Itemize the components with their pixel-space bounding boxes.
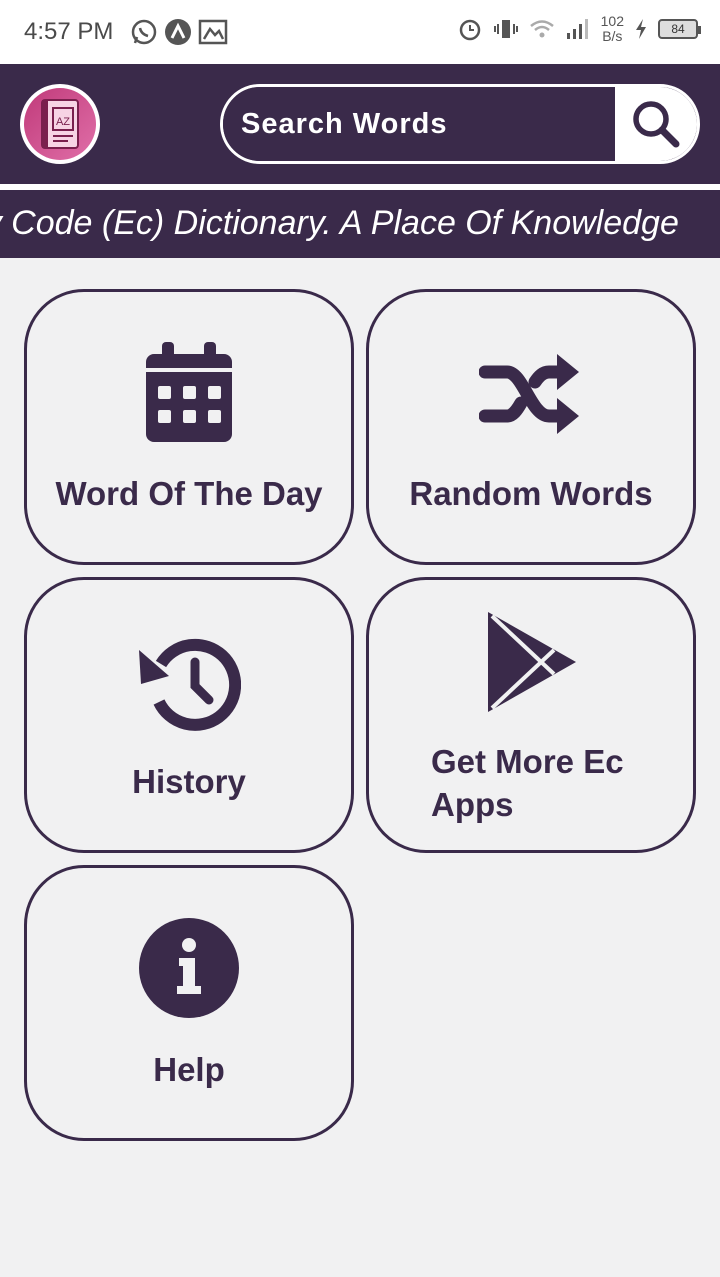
random-words-tile[interactable]: Random Words — [366, 289, 696, 565]
app-logo[interactable]: AZ — [20, 84, 100, 164]
marquee-text: Everyday Code (Ec) Dictionary. A Place O… — [0, 204, 679, 242]
history-tile[interactable]: History — [24, 577, 354, 853]
battery-indicator: 84 — [658, 19, 701, 39]
vibrate-icon — [493, 20, 518, 38]
dictionary-book-icon: AZ — [24, 88, 96, 160]
marquee-banner: Everyday Code (Ec) Dictionary. A Place O… — [0, 190, 720, 258]
help-label: Help — [153, 1051, 225, 1088]
wifi-icon — [529, 20, 554, 38]
help-tile[interactable]: Help — [24, 865, 354, 1141]
app-a-icon — [165, 19, 191, 45]
app-header: AZ — [0, 64, 720, 184]
gallery-icon — [198, 19, 228, 45]
search-icon — [633, 101, 680, 148]
net-speed: 102 B/s — [601, 14, 624, 44]
whatsapp-icon — [131, 19, 157, 45]
calendar-icon — [146, 342, 232, 442]
logo-text: AZ — [56, 116, 70, 128]
search-input[interactable] — [223, 87, 618, 161]
random-words-label: Random Words — [409, 475, 653, 512]
notification-icons — [130, 17, 228, 47]
signal-icon — [566, 19, 588, 39]
shuffle-icon — [479, 354, 579, 434]
search-button[interactable] — [615, 87, 697, 161]
history-icon — [139, 638, 241, 731]
get-more-apps-label: Get More Ec Apps — [431, 743, 624, 823]
history-label: History — [132, 763, 246, 800]
status-bar: 4:57 PM 102 B/s 84 — [0, 0, 720, 64]
info-icon — [139, 918, 239, 1018]
net-speed-value: 102 — [600, 13, 624, 29]
status-right: 102 B/s 84 — [457, 14, 701, 44]
word-of-the-day-label: Word Of The Day — [55, 475, 323, 512]
status-time: 4:57 PM — [24, 18, 114, 45]
get-more-apps-tile[interactable]: Get More Ec Apps — [366, 577, 696, 853]
search-bar — [220, 84, 700, 164]
net-speed-unit: B/s — [602, 28, 623, 44]
alarm-icon — [459, 19, 480, 41]
play-store-icon — [488, 612, 576, 712]
word-of-the-day-tile[interactable]: Word Of The Day — [24, 289, 354, 565]
charging-icon — [636, 19, 646, 39]
